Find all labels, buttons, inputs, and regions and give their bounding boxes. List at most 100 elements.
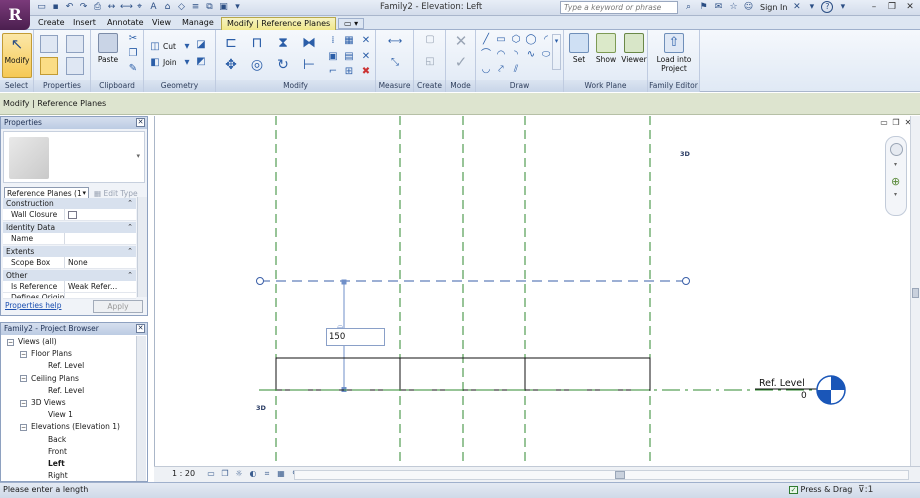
horizontal-scroll-thumb[interactable]: [615, 471, 625, 479]
mirror-axis-icon[interactable]: ⧗: [274, 34, 292, 52]
user-icon[interactable]: ☺: [743, 1, 754, 13]
level-name-label[interactable]: Ref. Level: [759, 378, 805, 389]
sun-path-icon[interactable]: ☼: [234, 469, 244, 479]
type-properties-icon[interactable]: [40, 35, 58, 53]
rectangle-icon[interactable]: ▭: [494, 34, 508, 46]
measure-between-icon[interactable]: ⟷: [386, 36, 404, 48]
pin-icon[interactable]: ✕: [359, 35, 373, 47]
arc-icon[interactable]: ◜: [539, 34, 553, 46]
arc-center-icon[interactable]: ◠: [494, 49, 508, 61]
save-icon[interactable]: ▪: [50, 2, 61, 13]
draw-gallery-scroll[interactable]: ▾: [552, 34, 561, 70]
family-category-icon[interactable]: [66, 57, 84, 75]
arc-start-end-icon[interactable]: ⌒: [479, 49, 493, 61]
tab-manage[interactable]: Manage: [177, 17, 219, 30]
tab-modify-reference-planes[interactable]: Modify | Reference Planes: [221, 17, 337, 30]
switch-windows-icon[interactable]: ▣: [218, 2, 229, 13]
help-dropdown-icon[interactable]: ▾: [837, 1, 848, 13]
exchange-icon[interactable]: ✕: [791, 1, 802, 13]
redo-icon[interactable]: ↷: [78, 2, 89, 13]
browser-item[interactable]: − Floor Plans: [20, 349, 72, 359]
collapse-toggle-icon[interactable]: −: [20, 375, 27, 383]
help-icon[interactable]: ?: [821, 1, 834, 13]
thin-lines-icon[interactable]: ≡: [190, 2, 201, 13]
undo-icon[interactable]: ↶: [64, 2, 75, 13]
steering-wheel-icon[interactable]: [890, 143, 903, 156]
plane-end-grip[interactable]: [682, 277, 690, 285]
tab-insert[interactable]: Insert: [68, 17, 101, 30]
move-icon[interactable]: ✥: [222, 56, 240, 74]
tab-annotate[interactable]: Annotate: [102, 17, 149, 30]
communication-icon[interactable]: ✉: [713, 1, 724, 13]
horizontal-scrollbar[interactable]: [294, 470, 909, 480]
favorites-icon[interactable]: ☆: [728, 1, 739, 13]
cut-geometry-icon[interactable]: ◫: [148, 41, 162, 53]
browser-item[interactable]: − Ceiling Plans: [20, 374, 79, 384]
properties-help-link[interactable]: Properties help: [5, 301, 62, 310]
zoom-icon[interactable]: ⊕: [891, 175, 900, 188]
group-header[interactable]: Other ⌃: [3, 270, 136, 281]
label-3d-bottom[interactable]: 3D: [256, 404, 266, 412]
tag-icon[interactable]: ⌖: [134, 2, 145, 13]
chevron-down-icon[interactable]: ▾: [894, 191, 897, 198]
delete-element-icon[interactable]: ✖: [359, 66, 373, 78]
chevron-down-icon[interactable]: ▾: [894, 161, 897, 168]
close-icon[interactable]: ✕: [136, 118, 145, 127]
chevron-down-icon[interactable]: ▾: [180, 41, 194, 53]
properties-palette-icon[interactable]: [40, 57, 58, 75]
search-icon[interactable]: ⌕: [683, 1, 694, 13]
vertical-scroll-thumb[interactable]: [912, 288, 919, 298]
offset-icon[interactable]: ⊓: [248, 34, 266, 52]
collapse-toggle-icon[interactable]: −: [20, 399, 27, 407]
press-drag-checkbox[interactable]: ✓: [789, 485, 798, 494]
family-types-icon[interactable]: [66, 35, 84, 53]
chevron-down-icon[interactable]: ▾: [806, 1, 817, 13]
viewer-button[interactable]: Viewer: [620, 33, 648, 64]
pick-lines-icon[interactable]: ⤤: [494, 64, 508, 76]
browser-item[interactable]: Ref. Level: [35, 361, 84, 371]
minimize-icon[interactable]: ▭: [879, 118, 889, 128]
level-elevation-label[interactable]: 0: [801, 391, 807, 401]
split-face-icon[interactable]: ◩: [194, 56, 208, 68]
line-icon[interactable]: ╱: [479, 34, 493, 46]
browser-item[interactable]: Front: [35, 447, 67, 457]
unpin-icon[interactable]: ▤: [342, 51, 356, 63]
cancel-edit-icon[interactable]: ✕: [453, 34, 469, 51]
open-icon[interactable]: ▭: [36, 2, 47, 13]
label-3d-top[interactable]: 3D: [680, 150, 690, 158]
load-into-project-button[interactable]: ⇧ Load into Project: [650, 33, 698, 73]
create-group-icon[interactable]: ▢: [422, 34, 438, 50]
text-icon[interactable]: A: [148, 2, 159, 13]
delete-icon[interactable]: ✕: [359, 51, 373, 63]
subscription-icon[interactable]: ⚑: [698, 1, 709, 13]
close-icon[interactable]: ✕: [902, 1, 918, 14]
application-menu-button[interactable]: R: [0, 0, 30, 30]
aligned-dimension-icon[interactable]: ⤡: [386, 57, 404, 69]
dimension-grip[interactable]: [341, 279, 347, 285]
browser-item[interactable]: − Elevations (Elevation 1): [20, 422, 120, 432]
visual-style-icon[interactable]: ❐: [220, 469, 230, 479]
shadows-icon[interactable]: ◐: [248, 469, 258, 479]
pick-face-icon[interactable]: ⫽: [509, 64, 523, 76]
scale-icon[interactable]: ▣: [326, 51, 340, 63]
collapse-toggle-icon[interactable]: −: [20, 423, 27, 431]
create-similar-icon[interactable]: ◱: [422, 56, 438, 72]
print-icon[interactable]: ⎙: [92, 2, 103, 13]
copy-element-icon[interactable]: ◎: [248, 56, 266, 74]
split-icon[interactable]: ⁞: [326, 35, 340, 47]
sign-in-link[interactable]: Sign In: [760, 3, 787, 12]
chevron-down-icon[interactable]: ▾: [180, 57, 194, 69]
partial-ellipse-icon[interactable]: ◡: [479, 64, 493, 76]
paste-button[interactable]: Paste: [95, 33, 121, 64]
filter-icon[interactable]: ⊽:1: [858, 485, 873, 495]
tab-create[interactable]: Create: [33, 17, 70, 30]
apply-button[interactable]: Apply: [93, 300, 143, 313]
chevron-down-icon[interactable]: ▾: [136, 152, 140, 160]
align-icon[interactable]: ⊏: [222, 34, 240, 52]
wall-closure-value[interactable]: [65, 209, 136, 220]
spline-icon[interactable]: ∿: [524, 49, 538, 61]
crop-view-icon[interactable]: ⌗: [262, 469, 272, 479]
trim-multiple-icon[interactable]: ⊞: [342, 66, 356, 78]
group-header[interactable]: Extents ⌃: [3, 246, 136, 257]
modify-button[interactable]: ↖ Modify: [2, 33, 32, 78]
